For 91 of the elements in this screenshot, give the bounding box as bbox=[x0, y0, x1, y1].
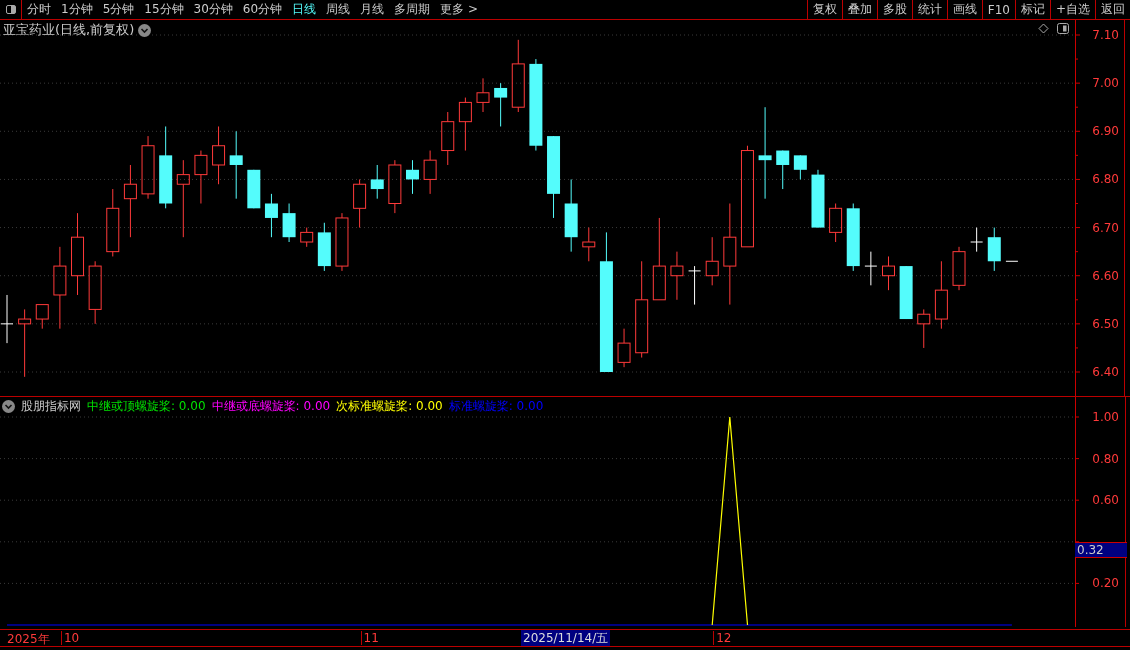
price-label: 6.90 bbox=[1092, 124, 1119, 139]
toolbar-button[interactable]: 多股 bbox=[876, 0, 912, 19]
toolbar-button[interactable]: 画线 bbox=[946, 0, 982, 19]
candlestick bbox=[934, 260, 948, 330]
indicator-name: 股朋指标网 bbox=[21, 398, 81, 415]
dropdown-icon[interactable] bbox=[138, 23, 152, 37]
period-tab[interactable]: 分时 bbox=[22, 0, 56, 19]
candlestick bbox=[864, 251, 878, 286]
candlestick bbox=[247, 169, 261, 209]
month-label: 10 bbox=[60, 631, 80, 645]
candlestick bbox=[811, 169, 825, 229]
toolbar-button[interactable]: +自选 bbox=[1049, 0, 1095, 19]
candlestick bbox=[0, 294, 14, 344]
candlestick bbox=[987, 227, 1001, 272]
candlestick bbox=[317, 222, 331, 272]
candlestick bbox=[688, 265, 702, 306]
toolbar-button[interactable]: 返回 bbox=[1095, 0, 1130, 19]
candlestick bbox=[917, 308, 931, 349]
candlestick bbox=[1005, 260, 1019, 262]
price-label: 6.40 bbox=[1092, 365, 1119, 379]
price-label: 6.60 bbox=[1092, 268, 1119, 283]
candlestick bbox=[476, 77, 490, 113]
candlestick bbox=[335, 212, 349, 272]
legend-entry: 中继或底螺旋桨: 0.00 bbox=[211, 398, 331, 415]
toolbar-button[interactable]: F10 bbox=[981, 0, 1015, 19]
candlestick bbox=[970, 227, 984, 253]
price-label: 6.80 bbox=[1092, 172, 1119, 187]
candlestick bbox=[353, 178, 367, 229]
candlestick bbox=[300, 227, 314, 248]
period-tab[interactable]: 30分钟 bbox=[188, 0, 238, 19]
dropdown-icon[interactable] bbox=[2, 400, 15, 413]
year-label: 2025年 bbox=[7, 631, 50, 648]
panel-toggle-icon[interactable] bbox=[1057, 23, 1069, 34]
toolbar-button[interactable]: 标记 bbox=[1014, 0, 1050, 19]
candlestick bbox=[899, 265, 913, 320]
candlestick bbox=[705, 236, 719, 286]
period-tab[interactable]: 月线 bbox=[355, 0, 390, 19]
period-tab[interactable]: 15分钟 bbox=[139, 0, 189, 19]
month-label: 12 bbox=[713, 631, 732, 645]
candlestick bbox=[793, 154, 807, 180]
legend-entry: 中继或顶螺旋桨: 0.00 bbox=[87, 398, 206, 415]
candlestick bbox=[106, 188, 120, 257]
candlestick bbox=[388, 159, 402, 214]
period-tab[interactable]: 5分钟 bbox=[97, 0, 140, 19]
candlestick bbox=[882, 255, 895, 291]
candlestick bbox=[458, 97, 472, 152]
candlestick bbox=[18, 308, 32, 378]
period-tab[interactable]: 日线 bbox=[287, 0, 322, 19]
month-label: 11 bbox=[360, 631, 379, 645]
price-label: 6.70 bbox=[1092, 220, 1119, 235]
y-tick-label: 0.80 bbox=[1092, 451, 1119, 466]
cursor-value: 0.32 bbox=[1075, 542, 1127, 558]
toolbar-button[interactable]: 统计 bbox=[911, 0, 947, 19]
candlestick bbox=[952, 246, 966, 291]
candlestick bbox=[264, 193, 278, 238]
candlestick bbox=[582, 227, 596, 262]
candlestick bbox=[494, 82, 508, 127]
candlestick bbox=[141, 135, 155, 200]
price-label: 7.00 bbox=[1092, 76, 1119, 91]
period-tab[interactable]: 多周期 bbox=[389, 0, 436, 19]
candlestick bbox=[846, 203, 860, 272]
legend-entry: 标准螺旋桨: 0.00 bbox=[448, 398, 544, 415]
candlestick bbox=[212, 125, 226, 185]
candlestick bbox=[670, 251, 684, 301]
candlestick bbox=[829, 203, 843, 243]
y-tick-label: 0.60 bbox=[1092, 493, 1119, 508]
y-tick-label: 0.20 bbox=[1092, 576, 1119, 591]
period-tab[interactable]: 60分钟 bbox=[237, 0, 288, 19]
candlestick bbox=[194, 150, 208, 204]
candlestick bbox=[617, 328, 631, 368]
cursor-date: 2025/11/14/五 bbox=[521, 630, 611, 646]
toolbar-button[interactable]: 复权 bbox=[806, 0, 842, 19]
candlestick bbox=[370, 164, 384, 200]
diamond-icon[interactable] bbox=[1038, 23, 1049, 34]
legend-entry: 次标准螺旋桨: 0.00 bbox=[336, 398, 443, 415]
period-tab[interactable]: 1分钟 bbox=[56, 0, 98, 19]
candlestick bbox=[35, 304, 49, 330]
y-tick-label: 1.00 bbox=[1092, 410, 1119, 424]
period-tab[interactable]: 周线 bbox=[321, 0, 356, 19]
candlestick bbox=[441, 111, 455, 166]
candlestick bbox=[282, 203, 296, 243]
toolbar-button[interactable]: 叠加 bbox=[841, 0, 877, 19]
candlestick bbox=[229, 130, 243, 200]
chart-title: 亚宝药业(日线,前复权) bbox=[3, 21, 135, 39]
price-label: 6.50 bbox=[1092, 316, 1119, 331]
candlestick bbox=[406, 159, 419, 195]
candlestick bbox=[88, 260, 102, 325]
price-label: 7.10 bbox=[1092, 28, 1119, 42]
more-menu[interactable]: 更多 > bbox=[435, 0, 483, 19]
candlestick bbox=[776, 150, 790, 190]
candlestick bbox=[423, 150, 437, 195]
